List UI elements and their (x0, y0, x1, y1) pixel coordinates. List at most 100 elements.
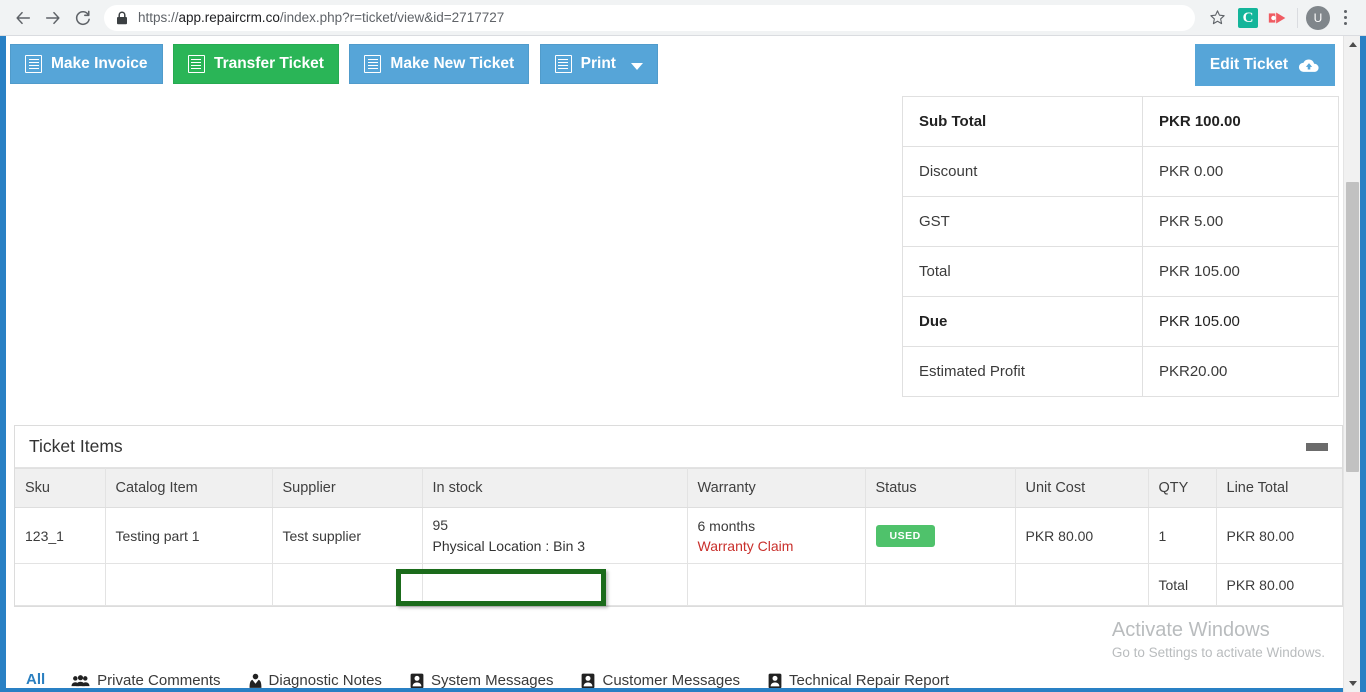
cloud-icon (1298, 57, 1320, 73)
footer-total-value: PKR 80.00 (1216, 563, 1342, 606)
cell-empty-supplier (272, 563, 423, 606)
grid-icon (364, 55, 382, 73)
user-badge-icon (768, 673, 782, 689)
make-new-ticket-label: Make New Ticket (390, 55, 515, 72)
back-icon[interactable] (8, 3, 38, 33)
cell-status: USED (865, 507, 1016, 564)
grid-icon (187, 55, 205, 73)
lock-icon (116, 11, 128, 25)
extension-c-icon[interactable]: C (1235, 5, 1261, 31)
tab-customer-messages[interactable]: Customer Messages (567, 659, 754, 688)
toolbar-divider (1297, 7, 1298, 28)
physical-location-text: Physical Location : Bin 3 (432, 538, 586, 554)
chrome-menu-icon[interactable] (1332, 4, 1358, 32)
table-row: GST PKR 5.00 (902, 196, 1339, 247)
make-new-ticket-button[interactable]: Make New Ticket (349, 44, 530, 84)
url-path: /index.php?r=ticket/view&id=2717727 (279, 10, 505, 25)
browser-toolbar: https://app.repaircrm.co/index.php?r=tic… (0, 0, 1366, 36)
table-footer-row: Total PKR 80.00 (15, 563, 1342, 606)
forward-icon[interactable] (38, 3, 68, 33)
table-row: Estimated Profit PKR20.00 (902, 346, 1339, 397)
comments-tabs-section: All Private Comments Diagnostic Notes Sy… (14, 659, 1343, 688)
activate-windows-watermark: Activate Windows Go to Settings to activ… (1112, 619, 1325, 660)
subtotal-value: PKR 100.00 (1142, 96, 1339, 147)
scroll-down-arrow-icon[interactable] (1344, 675, 1361, 692)
cell-empty-status (865, 563, 1016, 606)
users-icon (71, 674, 90, 688)
cell-in-stock: 95 Physical Location : Bin 3 (422, 507, 688, 564)
column-header-supplier: Supplier (272, 468, 423, 508)
status-badge: USED (875, 524, 935, 547)
url-scheme: https:// (138, 10, 179, 25)
due-value: PKR 105.00 (1142, 296, 1339, 347)
column-header-sku: Sku (15, 468, 106, 508)
warranty-claim-link[interactable]: Warranty Claim (698, 538, 855, 554)
tab-system-messages[interactable]: System Messages (396, 659, 568, 688)
table-row: Discount PKR 0.00 (902, 146, 1339, 197)
total-label: Total (902, 246, 1143, 297)
column-header-warranty: Warranty (687, 468, 866, 508)
transfer-ticket-label: Transfer Ticket (213, 55, 324, 72)
tab-bar: All Private Comments Diagnostic Notes Sy… (14, 659, 1343, 688)
cell-empty-warranty (687, 563, 866, 606)
ticket-items-header: Ticket Items (15, 426, 1342, 468)
in-stock-qty: 95 (432, 517, 449, 533)
url-host: app.repaircrm.co (178, 10, 280, 25)
due-label: Due (902, 296, 1143, 347)
address-bar[interactable]: https://app.repaircrm.co/index.php?r=tic… (104, 4, 1195, 31)
cell-supplier: Test supplier (272, 507, 423, 564)
column-header-catalog: Catalog Item (105, 468, 273, 508)
chevron-down-icon[interactable] (630, 62, 643, 70)
browser-window: https://app.repaircrm.co/index.php?r=tic… (0, 0, 1366, 692)
discount-value: PKR 0.00 (1142, 146, 1339, 197)
edit-ticket-button[interactable]: Edit Ticket (1194, 44, 1335, 86)
url-text: https://app.repaircrm.co/index.php?r=tic… (138, 10, 504, 25)
cell-empty-cost (1015, 563, 1149, 606)
profile-avatar[interactable]: U (1306, 5, 1330, 30)
tab-private-comments[interactable]: Private Comments (57, 659, 234, 688)
footer-total-label: Total (1148, 563, 1217, 606)
reload-icon[interactable] (68, 3, 98, 33)
cell-empty-sku (15, 563, 106, 606)
discount-label: Discount (902, 146, 1143, 197)
watermark-title: Activate Windows (1111, 619, 1270, 641)
gst-label: GST (902, 196, 1143, 247)
scrollbar-thumb[interactable] (1346, 182, 1359, 472)
table-row: Sub Total PKR 100.00 (902, 96, 1339, 147)
make-invoice-label: Make Invoice (51, 55, 148, 72)
subtotal-label: Sub Total (902, 96, 1143, 147)
tab-private-comments-label: Private Comments (97, 672, 221, 688)
column-header-line-total: Line Total (1216, 468, 1342, 508)
transfer-ticket-button[interactable]: Transfer Ticket (172, 44, 339, 84)
cell-unit-cost: PKR 80.00 (1015, 507, 1149, 564)
column-header-status: Status (865, 468, 1016, 508)
totals-table: Sub Total PKR 100.00 Discount PKR 0.00 G… (902, 96, 1339, 397)
tab-all-label: All (26, 670, 46, 688)
print-button[interactable]: Print (539, 44, 658, 84)
make-invoice-button[interactable]: Make Invoice (10, 44, 163, 84)
scroll-up-arrow-icon[interactable] (1344, 36, 1361, 53)
estimated-profit-label: Estimated Profit (902, 346, 1143, 397)
ticket-items-panel: Ticket Items Sku Catalog Item Supplier I… (14, 425, 1343, 607)
tab-diagnostic-notes[interactable]: Diagnostic Notes (235, 659, 396, 688)
tab-technical-repair-report[interactable]: Technical Repair Report (754, 659, 963, 688)
tab-all[interactable]: All (14, 659, 57, 688)
cell-qty: 1 (1148, 507, 1217, 564)
tab-technical-repair-report-label: Technical Repair Report (789, 672, 950, 688)
ticket-items-table: Sku Catalog Item Supplier In stock Warra… (15, 468, 1342, 606)
bookmark-star-icon[interactable] (1203, 4, 1231, 32)
watermark-subtitle: Go to Settings to activate Windows. (1111, 645, 1325, 660)
extension-media-icon[interactable] (1265, 5, 1291, 31)
estimated-profit-value: PKR20.00 (1142, 346, 1339, 397)
column-header-unit-cost: Unit Cost (1015, 468, 1149, 508)
table-header-row: Sku Catalog Item Supplier In stock Warra… (15, 468, 1342, 508)
total-value: PKR 105.00 (1142, 246, 1339, 297)
table-row: Due PKR 105.00 (902, 296, 1339, 347)
page-scrollbar[interactable] (1343, 36, 1360, 692)
minimize-icon[interactable] (1306, 443, 1328, 451)
table-row: Total PKR 105.00 (902, 246, 1339, 297)
gst-value: PKR 5.00 (1142, 196, 1339, 247)
user-badge-icon (410, 673, 424, 689)
cell-empty-catalog (105, 563, 273, 606)
page-viewport: Make Invoice Transfer Ticket Make New Ti… (6, 36, 1360, 688)
